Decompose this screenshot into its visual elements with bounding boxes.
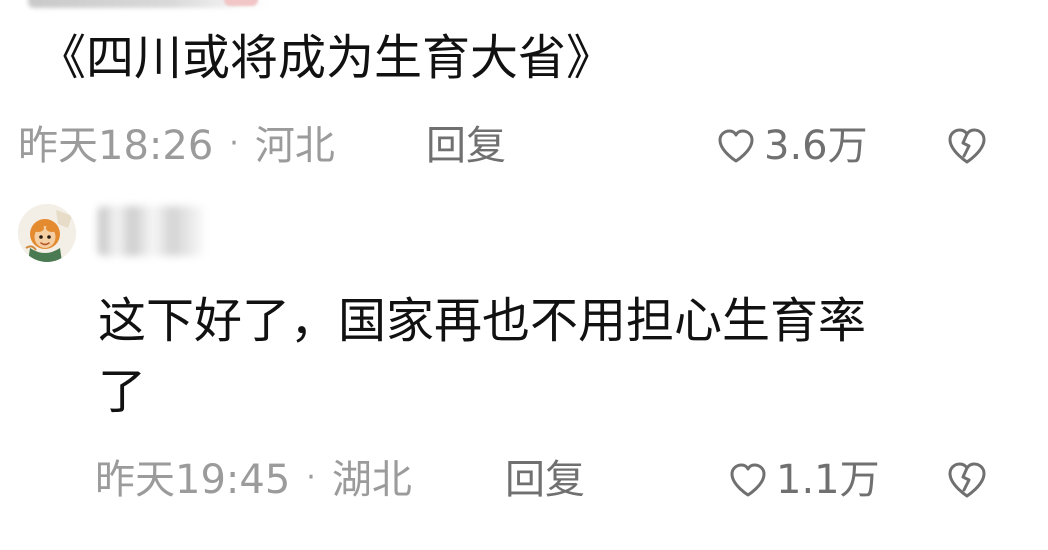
meta-separator: · [306,460,316,495]
username-redacted[interactable] [98,206,204,256]
heart-outline-icon [730,463,766,497]
comment-text-line: 了 [98,364,147,420]
like-count: 1.1万 [776,457,880,503]
comment-thread: 《四川或将成为生育大省》 昨天18:26 · 河北 回复 3.6万 这下好了，国… [0,0,1048,550]
comment-text: 《四川或将成为生育大省》 [38,30,615,86]
comment-location: 河北 [254,123,335,169]
broken-heart-icon[interactable] [946,127,988,165]
like-count: 3.6万 [764,123,868,169]
comment-meta: 昨天19:45 · 湖北 [95,455,412,505]
avatar[interactable] [18,204,76,262]
meta-separator: · [229,126,239,161]
comment-time: 昨天19:45 [95,457,291,503]
comment-text-line: 这下好了，国家再也不用担心生育率 [98,293,867,349]
comment-meta: 昨天18:26 · 河北 [18,121,335,171]
avatar-image [18,204,76,262]
cropped-previous-badge [224,0,258,6]
reply-button[interactable]: 回复 [426,121,506,171]
like-button[interactable]: 1.1万 [728,455,880,505]
comment-time: 昨天18:26 [18,123,214,169]
reply-button[interactable]: 回复 [505,455,585,505]
like-button[interactable]: 3.6万 [716,121,868,171]
heart-outline-icon [718,129,754,163]
broken-heart-icon[interactable] [946,461,988,499]
comment-location: 湖北 [331,457,412,503]
